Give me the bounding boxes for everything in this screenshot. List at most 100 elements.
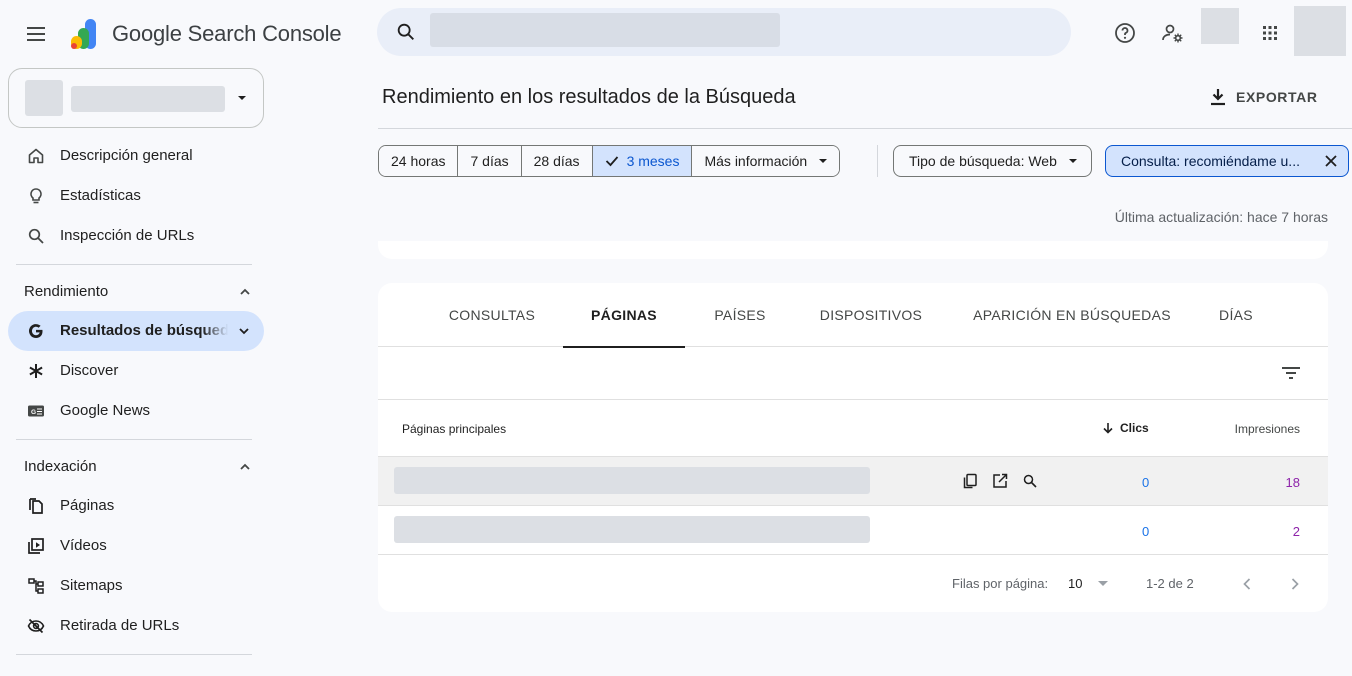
svg-text:G: G	[31, 409, 36, 416]
tab-devices[interactable]: DISPOSITIVOS	[798, 283, 944, 347]
app-title-product: Search Console	[187, 21, 342, 46]
nav-pages-label: Páginas	[60, 497, 115, 514]
chevron-left-icon[interactable]	[1242, 577, 1252, 591]
nav-google-news[interactable]: G Google News	[8, 391, 264, 431]
more-dates-label: Más información	[704, 153, 808, 169]
row-impressions: 2	[1292, 524, 1300, 539]
open-in-new-icon[interactable]	[992, 473, 1008, 489]
query-filter-chip[interactable]: Consulta: recomiéndame u...	[1105, 145, 1349, 177]
asterisk-icon	[26, 361, 46, 381]
nav-search-results-label: Resultados de búsqueda	[60, 322, 228, 339]
chevron-up-icon[interactable]	[238, 285, 252, 299]
column-header-impressions[interactable]: Impresiones	[1235, 422, 1300, 436]
main-menu-icon[interactable]	[24, 22, 48, 46]
chevron-up-icon[interactable]	[238, 460, 252, 474]
section-indexing-header[interactable]: Indexación	[24, 458, 97, 475]
tab-pages[interactable]: PÁGINAS	[563, 283, 685, 348]
date-option-3m[interactable]: 3 meses	[592, 146, 693, 176]
redacted-property-name	[71, 86, 225, 112]
date-range-selector: 24 horas 7 días 28 días 3 meses Más info…	[378, 145, 841, 177]
property-selector[interactable]	[8, 68, 264, 128]
dimension-table-card: CONSULTAS PÁGINAS PAÍSES DISPOSITIVOS AP…	[378, 283, 1328, 612]
search-icon[interactable]	[1022, 473, 1038, 489]
redacted-page-url	[394, 516, 870, 543]
search-console-logo-icon	[66, 16, 102, 52]
google-g-icon	[26, 321, 46, 341]
table-row[interactable]: 0 2	[378, 506, 1328, 555]
filter-separator	[877, 145, 878, 177]
nav-search-results[interactable]: Resultados de búsqueda	[8, 311, 264, 351]
nav-google-news-label: Google News	[60, 402, 151, 419]
nav-videos[interactable]: Vídeos	[8, 526, 264, 566]
date-option-24h[interactable]: 24 horas	[379, 146, 459, 176]
home-icon	[26, 146, 46, 166]
nav-pages[interactable]: Páginas	[8, 486, 264, 526]
copy-icon[interactable]	[962, 473, 978, 489]
download-icon	[1210, 88, 1226, 106]
nav-sitemaps[interactable]: Sitemaps	[8, 566, 264, 606]
video-library-icon	[26, 536, 46, 556]
last-updated-text: Última actualización: hace 7 horas	[1114, 209, 1328, 225]
redacted-property-icon	[25, 80, 63, 116]
query-filter-label: Consulta: recomiéndame u...	[1121, 153, 1300, 169]
column-header-pages: Páginas principales	[402, 422, 507, 436]
nav-overview-label: Descripción general	[60, 147, 193, 164]
close-icon[interactable]	[1324, 154, 1338, 168]
nav-removals[interactable]: Retirada de URLs	[8, 606, 264, 646]
nav-removals-label: Retirada de URLs	[60, 617, 180, 634]
app-title[interactable]: Google Search Console	[112, 21, 342, 47]
apps-grid-icon[interactable]	[1258, 21, 1282, 45]
table-header: Páginas principales Clics Impresiones	[378, 401, 1328, 457]
row-clicks: 0	[1142, 524, 1150, 539]
column-header-clicks[interactable]: Clics	[1102, 421, 1149, 435]
tab-dates[interactable]: DÍAS	[1193, 283, 1279, 347]
redacted-avatar[interactable]	[1294, 6, 1346, 56]
sidebar-divider	[16, 264, 252, 265]
more-dates-dropdown[interactable]: Más información	[692, 146, 840, 176]
caret-down-icon	[1068, 158, 1077, 164]
sidebar-divider	[16, 654, 252, 655]
caret-down-icon[interactable]	[1098, 581, 1108, 587]
arrow-down-icon	[1102, 422, 1114, 434]
export-button[interactable]: EXPORTAR	[1210, 84, 1318, 110]
help-icon[interactable]	[1113, 21, 1137, 45]
redacted-account-widget	[1201, 8, 1239, 44]
date-option-7d[interactable]: 7 días	[458, 146, 522, 176]
tab-queries[interactable]: CONSULTAS	[423, 283, 561, 347]
nav-overview[interactable]: Descripción general	[8, 136, 264, 176]
table-row[interactable]: 0 18	[378, 457, 1328, 506]
chevron-right-icon[interactable]	[1290, 577, 1300, 591]
nav-insights-label: Estadísticas	[60, 187, 141, 204]
search-icon	[26, 226, 46, 246]
app-title-brand: Google	[112, 21, 182, 46]
redacted-page-url	[394, 467, 870, 494]
filter-list-icon[interactable]	[1280, 364, 1302, 382]
header-divider	[378, 128, 1352, 129]
rows-per-page-select[interactable]: 10	[1068, 576, 1082, 591]
chevron-down-icon[interactable]	[238, 325, 250, 337]
pagination-range: 1-2 de 2	[1146, 576, 1194, 591]
nav-insights[interactable]: Estadísticas	[8, 176, 264, 216]
sidebar-divider	[16, 439, 252, 440]
news-icon: G	[26, 401, 46, 421]
search-type-filter-chip[interactable]: Tipo de búsqueda: Web	[893, 145, 1092, 177]
visibility-off-icon	[26, 616, 46, 636]
rows-per-page-label: Filas por página:	[952, 576, 1049, 591]
nav-discover[interactable]: Discover	[8, 351, 264, 391]
date-option-3m-label: 3 meses	[626, 153, 680, 169]
section-performance-header[interactable]: Rendimiento	[24, 283, 108, 300]
top-bar: Google Search Console	[0, 0, 1352, 68]
pages-icon	[26, 496, 46, 516]
check-icon	[605, 155, 619, 167]
performance-chart-card	[378, 241, 1328, 259]
tab-countries[interactable]: PAÍSES	[688, 283, 792, 347]
search-bar[interactable]	[377, 8, 1071, 56]
search-input[interactable]	[429, 12, 1049, 52]
tab-search-appearance[interactable]: APARICIÓN EN BÚSQUEDAS	[963, 283, 1181, 347]
lightbulb-icon	[26, 186, 46, 206]
manage-users-icon[interactable]	[1160, 21, 1186, 47]
page-title: Rendimiento en los resultados de la Búsq…	[382, 86, 796, 108]
nav-url-inspection[interactable]: Inspección de URLs	[8, 216, 264, 256]
search-icon[interactable]	[395, 21, 417, 43]
date-option-28d[interactable]: 28 días	[521, 146, 593, 176]
